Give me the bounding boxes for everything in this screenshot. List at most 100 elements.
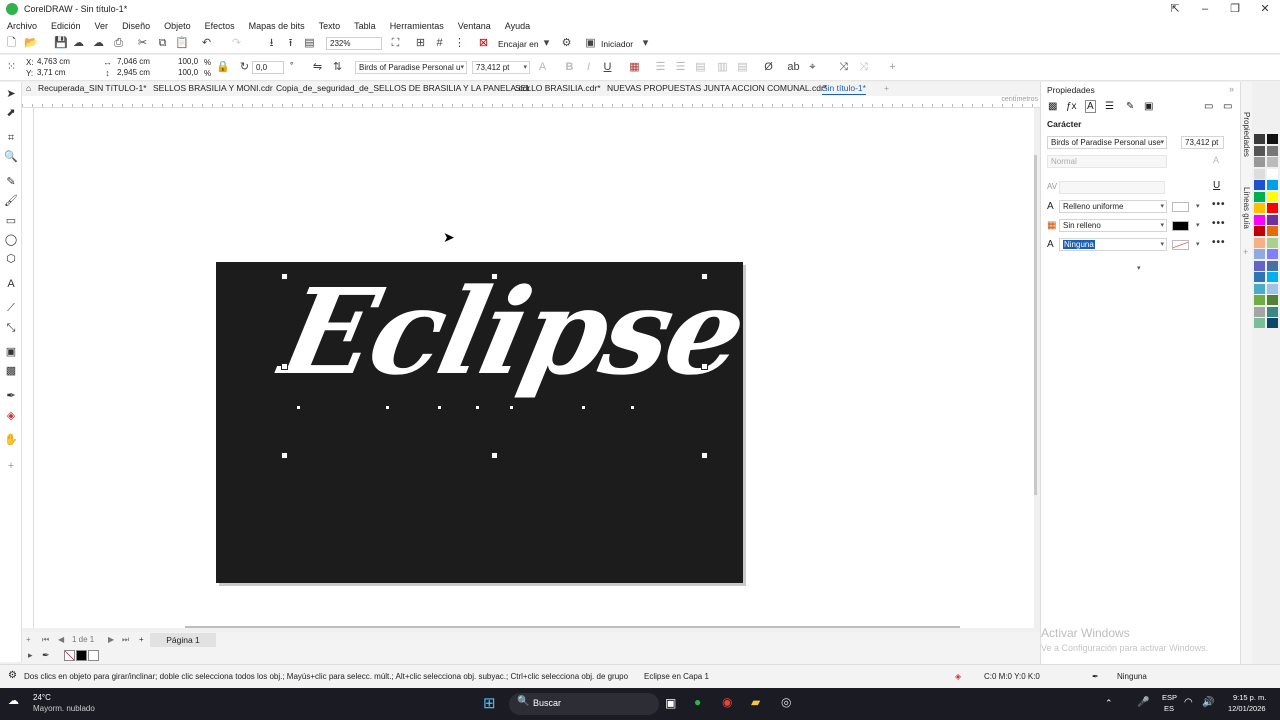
transparency-tool-icon[interactable]: ▩ xyxy=(4,364,18,378)
text-align-icon[interactable]: ▦ xyxy=(628,61,641,74)
keyboard-layout[interactable]: ES xyxy=(1164,704,1174,713)
palette-swatch[interactable] xyxy=(1267,226,1278,236)
palette-swatch[interactable] xyxy=(1267,134,1278,144)
panel-icon[interactable]: ▭ xyxy=(1204,101,1213,112)
import-icon[interactable]: ⭳ xyxy=(265,37,278,50)
italic-icon[interactable]: I xyxy=(582,61,595,74)
palette-swatch[interactable] xyxy=(1267,306,1278,317)
horizontal-scrollbar[interactable] xyxy=(185,626,960,628)
side-tab-propiedades[interactable]: Propiedades xyxy=(1242,112,1251,157)
palette-swatch[interactable] xyxy=(1254,145,1265,156)
more-options-icon[interactable]: ••• xyxy=(1212,199,1226,210)
redo-icon[interactable]: ↷ xyxy=(230,37,243,50)
last-page-icon[interactable]: ⏭ xyxy=(122,635,129,645)
menu-objeto[interactable]: Objeto xyxy=(164,21,191,31)
cut-icon[interactable]: ✂ xyxy=(136,37,149,50)
bold-icon[interactable]: B xyxy=(563,61,576,74)
polygon-tool-icon[interactable]: ⬡ xyxy=(4,252,18,266)
microphone-icon[interactable]: 🎤 xyxy=(1137,697,1149,708)
connector-tool-icon[interactable]: ⤡ xyxy=(4,321,18,335)
palette-swatch[interactable] xyxy=(1267,145,1278,156)
text-node[interactable] xyxy=(297,406,300,409)
no-color-swatch[interactable] xyxy=(64,650,75,661)
palette-swatch[interactable] xyxy=(1254,306,1265,317)
tab-copia-seguridad[interactable]: Copia_de_seguridad_de_SELLOS DE BRASILIA… xyxy=(276,83,530,93)
print-icon[interactable]: ⎙ xyxy=(112,37,125,50)
panel-icon[interactable]: ▭ xyxy=(1223,101,1232,112)
volume-icon[interactable]: 🔊 xyxy=(1202,697,1214,708)
eyedropper-tool-icon[interactable]: ✒ xyxy=(4,389,18,403)
kerning-field[interactable] xyxy=(1059,181,1165,194)
menu-ventana[interactable]: Ventana xyxy=(458,21,491,31)
menu-ayuda[interactable]: Ayuda xyxy=(505,21,530,31)
palette-swatch[interactable] xyxy=(1254,157,1265,167)
scale-y-field[interactable]: 100,0 xyxy=(175,68,203,79)
outline-width-dropdown[interactable]: Ninguna ▾ xyxy=(1059,238,1167,251)
document-page[interactable]: Eclipse xyxy=(216,262,755,583)
palette-swatch[interactable] xyxy=(1254,249,1265,259)
language-code[interactable]: ESP xyxy=(1162,693,1177,702)
y-position-field[interactable]: 3,71 cm xyxy=(34,68,92,79)
selection-handle[interactable] xyxy=(281,273,288,280)
windows-start-icon[interactable]: ⊞ xyxy=(483,694,496,712)
palette-swatch[interactable] xyxy=(1267,203,1278,213)
eclipse-artwork-text[interactable]: Eclipse xyxy=(271,262,755,401)
menu-herramientas[interactable]: Herramientas xyxy=(390,21,444,31)
parallel-dimension-tool-icon[interactable]: ⟋ xyxy=(4,301,18,315)
cloud-upload-icon[interactable]: ☁ xyxy=(72,37,85,50)
fill-color-swatch[interactable] xyxy=(1172,202,1189,212)
fill-tab-icon[interactable]: ▩ xyxy=(1048,101,1057,112)
menu-archivo[interactable]: Archivo xyxy=(7,21,37,31)
transform-tab-icon[interactable]: ƒx xyxy=(1066,101,1077,112)
text-node[interactable] xyxy=(386,406,389,409)
palette-swatch[interactable] xyxy=(1267,283,1278,294)
snap-to-button[interactable]: Encajar en xyxy=(498,39,539,49)
cloud-download-icon[interactable]: ☁ xyxy=(92,37,105,50)
menu-texto[interactable]: Texto xyxy=(319,21,341,31)
home-icon[interactable]: ⌂ xyxy=(26,83,31,93)
paragraph-icon[interactable]: ▤ xyxy=(736,61,749,74)
app-icon[interactable]: ◎ xyxy=(781,695,791,709)
chevron-down-icon[interactable]: ▾ xyxy=(1196,202,1200,210)
background-fill-dropdown[interactable]: Sin relleno ▾ xyxy=(1059,219,1167,232)
palette-swatch[interactable] xyxy=(1267,157,1278,167)
background-color-swatch[interactable] xyxy=(1172,221,1189,231)
character-tab-icon[interactable]: A xyxy=(1085,100,1096,113)
white-swatch[interactable] xyxy=(88,650,99,661)
ellipse-tool-icon[interactable]: ◯ xyxy=(4,233,18,247)
first-page-icon[interactable]: ⏮ xyxy=(42,635,49,645)
tab-sellos-brasilia-moni[interactable]: SELLOS BRASILIA Y MONI.cdr xyxy=(153,83,273,93)
dynamic-guides-icon[interactable]: ⊠ xyxy=(477,37,490,50)
pick-tool-icon[interactable]: ➤ xyxy=(4,87,18,101)
shape-tool-icon[interactable]: ⬈ xyxy=(4,106,18,120)
drop-shadow-tool-icon[interactable]: ▣ xyxy=(4,345,18,359)
frame-tab-icon[interactable]: ▣ xyxy=(1144,101,1153,112)
selection-handle[interactable] xyxy=(701,363,708,370)
menu-tabla[interactable]: Tabla xyxy=(354,21,376,31)
menu-efectos[interactable]: Efectos xyxy=(205,21,235,31)
palette-swatch[interactable] xyxy=(1254,191,1265,202)
tab-nuevas-propuestas[interactable]: NUEVAS PROPUESTAS JUNTA ACCION COMUNAL.c… xyxy=(607,83,827,93)
expand-section-icon[interactable]: ▾ xyxy=(1137,264,1141,272)
show-rulers-icon[interactable]: ⊞ xyxy=(414,37,427,50)
more-options-icon[interactable]: ••• xyxy=(1212,237,1226,248)
snap-dropdown-icon[interactable]: ▾ xyxy=(540,37,553,50)
gear-icon[interactable]: ⚙ xyxy=(8,670,17,681)
task-view-icon[interactable]: ▣ xyxy=(665,696,676,710)
guidelines-icon[interactable]: ⋮ xyxy=(453,37,466,50)
black-swatch[interactable] xyxy=(76,650,87,661)
palette-swatch[interactable] xyxy=(1267,214,1278,225)
text-node[interactable] xyxy=(476,406,479,409)
palette-swatch[interactable] xyxy=(1254,226,1265,236)
eyedropper-icon[interactable]: ✒ xyxy=(42,650,50,661)
full-screen-icon[interactable]: ⛶ xyxy=(389,37,402,50)
selection-handle[interactable] xyxy=(701,452,708,459)
launcher-icon[interactable]: ▣ xyxy=(584,37,597,50)
outline-status-icon[interactable]: ✒ xyxy=(1092,672,1099,681)
restore-button[interactable]: ❐ xyxy=(1220,0,1250,18)
convert-to-curves-icon[interactable]: ⤨ xyxy=(837,61,850,74)
palette-swatch[interactable] xyxy=(1267,272,1278,282)
menu-mapas-de-bits[interactable]: Mapas de bits xyxy=(249,21,305,31)
mirror-horizontal-icon[interactable]: ⇋ xyxy=(311,61,324,74)
underline-icon[interactable]: U xyxy=(1213,180,1220,191)
